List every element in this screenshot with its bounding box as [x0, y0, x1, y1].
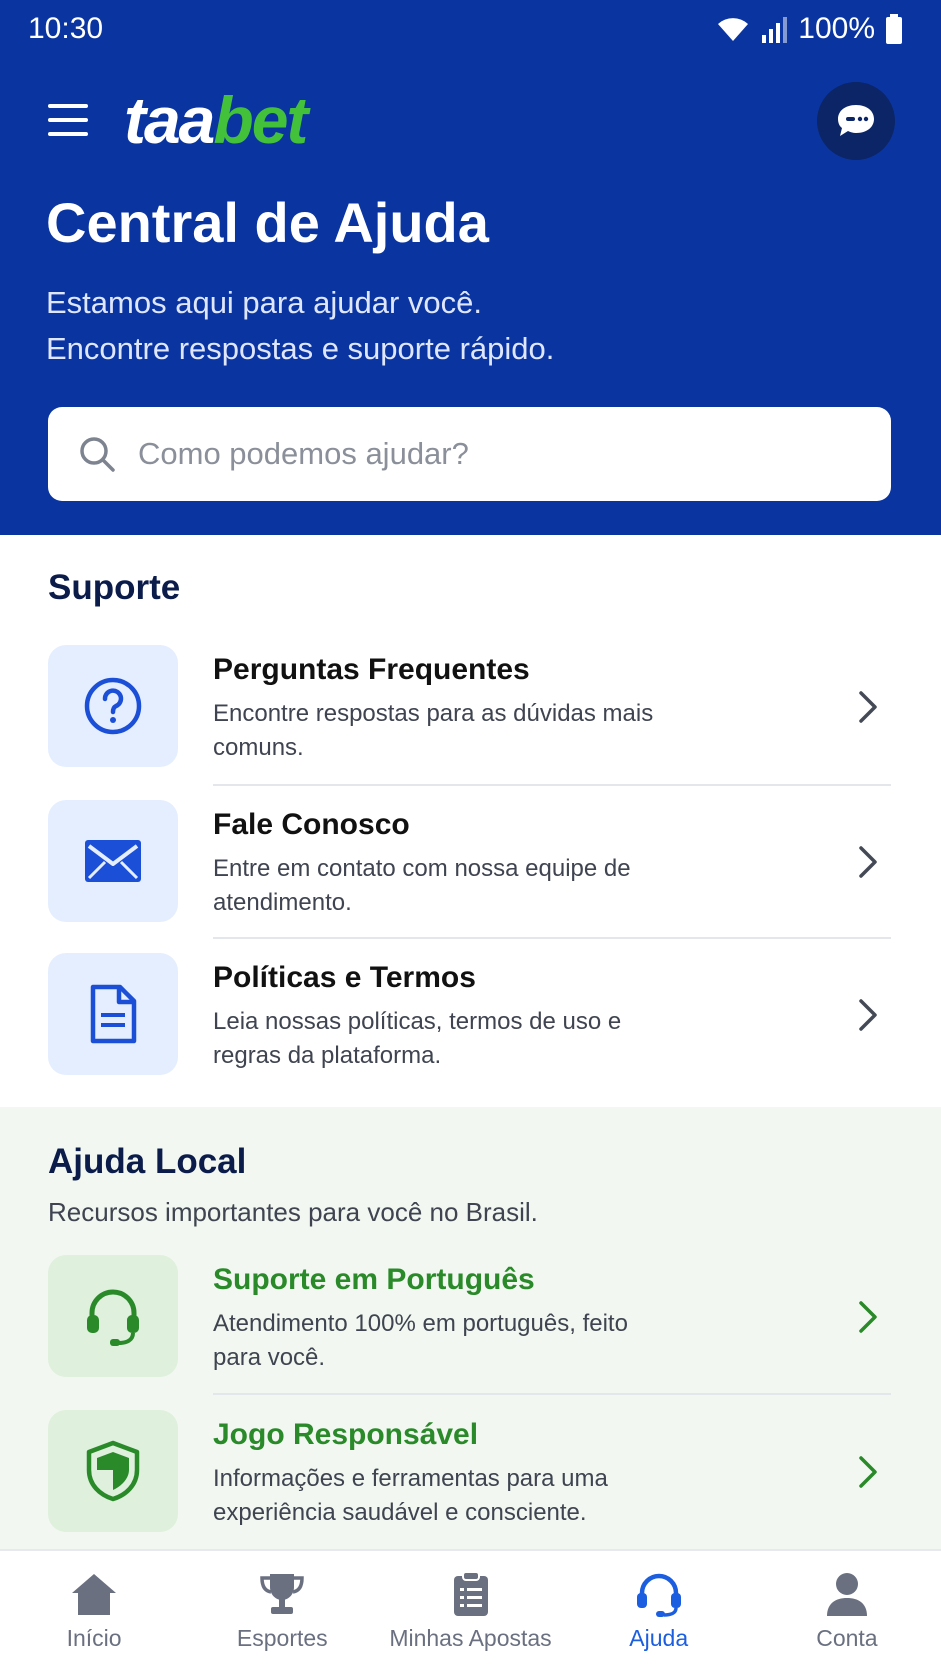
battery-icon	[886, 14, 902, 44]
nav-item-inicio[interactable]: Início	[0, 1551, 188, 1672]
item-description: Informações e ferramentas para uma exper…	[213, 1465, 608, 1526]
item-title: Fale Conosco	[213, 808, 410, 841]
item-icon-tile	[48, 1410, 178, 1532]
support-section: Suporte Perguntas Frequentes Encontre re…	[0, 535, 941, 1107]
section-title: Ajuda Local	[48, 1142, 247, 1181]
divider	[213, 1393, 891, 1395]
section-subtitle: Recursos importantes para você no Brasil…	[48, 1197, 538, 1227]
item-title: Políticas e Termos	[213, 961, 476, 994]
page-title: Central de Ajuda	[46, 191, 489, 254]
shield-icon	[86, 1440, 140, 1502]
headset-icon	[636, 1573, 681, 1617]
item-description: Encontre respostas para as dúvidas mais …	[213, 700, 654, 761]
nav-item-ajuda[interactable]: Ajuda	[565, 1551, 753, 1672]
signal-icon	[762, 17, 788, 43]
divider	[213, 784, 891, 786]
item-title: Perguntas Frequentes	[213, 653, 530, 686]
chevron-right-icon	[859, 999, 877, 1031]
chat-button[interactable]	[817, 82, 895, 160]
item-description: Atendimento 100% em português, feito par…	[213, 1310, 628, 1371]
nav-label: Ajuda	[629, 1625, 689, 1651]
logo-text-primary: taa	[124, 83, 215, 157]
page-subtitle: Estamos aqui para ajudar você. Encontre …	[46, 280, 554, 372]
logo-text-accent: bet	[213, 83, 308, 157]
chevron-right-icon	[859, 691, 877, 723]
status-bar: 10:30 100%	[0, 0, 941, 60]
local-help-section: Ajuda Local Recursos importantes para vo…	[0, 1107, 941, 1549]
chat-icon	[838, 105, 874, 136]
nav-item-minhas-apostas[interactable]: Minhas Apostas	[376, 1551, 564, 1672]
item-icon-tile	[48, 1255, 178, 1377]
logo: taabet	[124, 76, 308, 164]
responsible-gaming-item[interactable]: Jogo Responsável Informações e ferrament…	[48, 1410, 891, 1532]
contact-item[interactable]: Fale Conosco Entre em contato com nossa …	[48, 800, 891, 922]
nav-label: Início	[66, 1625, 122, 1651]
item-title: Jogo Responsável	[213, 1418, 479, 1451]
clipboard-icon	[453, 1571, 488, 1616]
status-time: 10:30	[28, 12, 104, 45]
portuguese-support-item[interactable]: Suporte em Português Atendimento 100% em…	[48, 1255, 891, 1377]
status-icons: 100%	[716, 12, 903, 46]
mail-icon	[85, 840, 141, 882]
user-icon	[826, 1573, 867, 1616]
item-icon-tile	[48, 800, 178, 922]
headset-icon	[87, 1289, 139, 1346]
section-title: Suporte	[48, 568, 181, 607]
chevron-right-icon	[859, 1301, 877, 1333]
search-bar[interactable]	[48, 407, 891, 501]
nav-label: Esportes	[236, 1625, 328, 1651]
search-input[interactable]	[138, 436, 858, 472]
header: 10:30 100% taabet Central de Ajuda Estam…	[0, 0, 941, 535]
nav-label: Minhas Apostas	[389, 1625, 552, 1651]
battery-level: 100%	[798, 12, 875, 45]
chevron-right-icon	[859, 846, 877, 878]
item-icon-tile	[48, 645, 178, 767]
item-title: Suporte em Português	[213, 1263, 535, 1296]
chevron-right-icon	[859, 1456, 877, 1488]
subtitle-line: Encontre respostas e suporte rápido.	[46, 331, 555, 366]
policies-item[interactable]: Políticas e Termos Leia nossas políticas…	[48, 953, 891, 1075]
item-description: Entre em contato com nossa equipe de ate…	[213, 855, 631, 916]
nav-item-conta[interactable]: Conta	[753, 1551, 941, 1672]
wifi-icon	[718, 18, 749, 41]
home-icon	[72, 1574, 117, 1615]
search-icon	[80, 437, 115, 472]
nav-item-esportes[interactable]: Esportes	[188, 1551, 376, 1672]
item-description: Leia nossas políticas, termos de uso e r…	[213, 1008, 622, 1069]
trophy-icon	[260, 1574, 305, 1614]
menu-button[interactable]	[46, 102, 90, 138]
nav-label: Conta	[816, 1625, 878, 1651]
item-icon-tile	[48, 953, 178, 1075]
hamburger-icon	[48, 104, 88, 136]
question-icon	[84, 677, 142, 735]
subtitle-line: Estamos aqui para ajudar você.	[46, 285, 482, 320]
bottom-nav: Início Esportes Minhas Apostas Ajuda Con…	[0, 1549, 941, 1672]
document-icon	[90, 984, 137, 1044]
divider	[213, 937, 891, 939]
faq-item[interactable]: Perguntas Frequentes Encontre respostas …	[48, 645, 891, 767]
